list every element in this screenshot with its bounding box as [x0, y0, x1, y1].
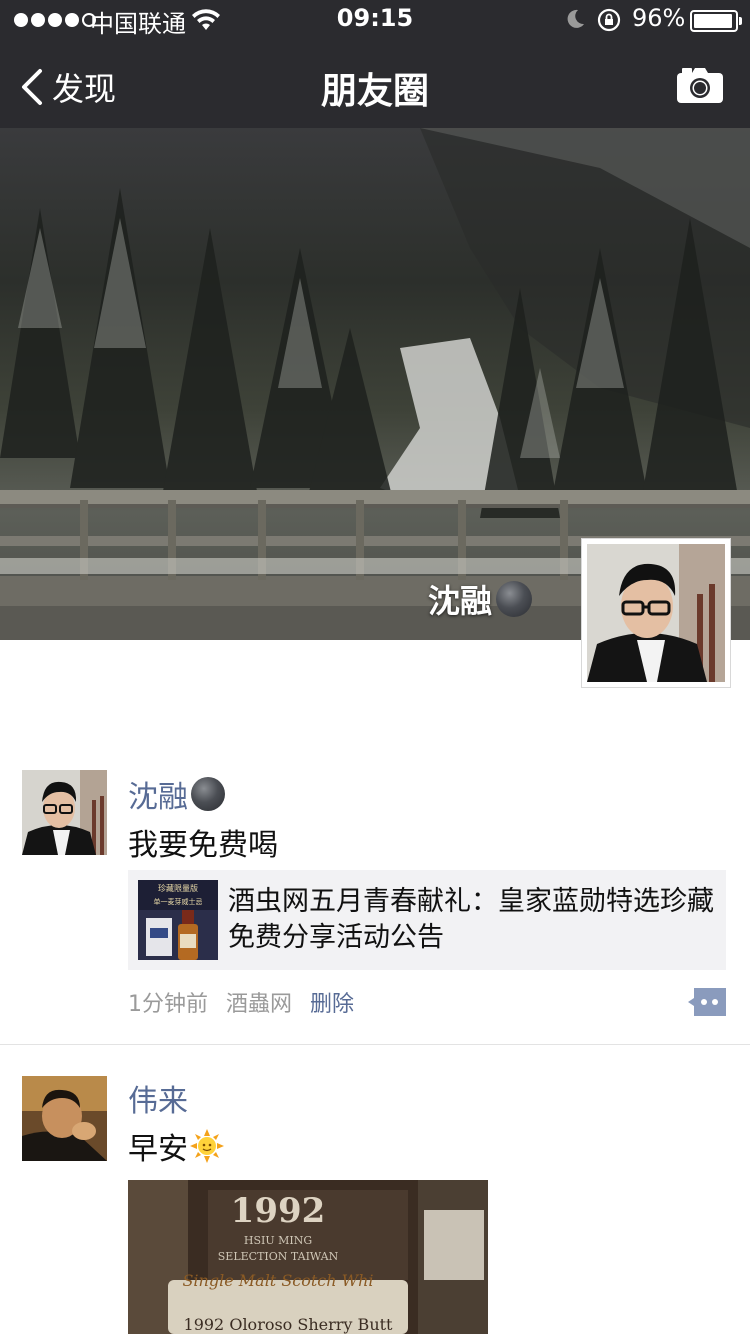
- moon-emoji-icon: [191, 777, 225, 811]
- post-source[interactable]: 酒蟲网: [226, 986, 292, 1018]
- battery-icon: [690, 10, 742, 32]
- profile-avatar[interactable]: [581, 538, 731, 688]
- photo-line-4: 1992 Oloroso Sherry Butt: [184, 1315, 394, 1334]
- page-title: 朋友圈: [320, 71, 429, 112]
- shared-link-card[interactable]: 珍藏限量版 单一麦芽威士忌 酒虫网五月青春献礼：皇家蓝勋特选珍藏免费分享活动公告: [128, 870, 726, 970]
- sun-emoji-icon: [190, 1129, 224, 1163]
- post-divider: [0, 1044, 750, 1045]
- post-author-avatar[interactable]: [22, 770, 107, 855]
- avatar-portrait-image: [22, 1076, 107, 1161]
- battery-percent: 96%: [632, 4, 686, 32]
- avatar-portrait-image: [587, 544, 725, 682]
- avatar-portrait-image: [22, 770, 107, 855]
- do-not-disturb-icon: [567, 9, 584, 28]
- post-author-name[interactable]: 伟来: [128, 1076, 188, 1120]
- cover-user-name[interactable]: 沈融: [428, 576, 533, 622]
- post-text: 早安: [128, 1132, 188, 1167]
- post-author-avatar[interactable]: [22, 1076, 107, 1161]
- photo-line-3: Single Malt Scotch Whi: [182, 1271, 373, 1290]
- post-meta: 1分钟前 酒蟲网 删除: [128, 986, 354, 1018]
- comment-icon[interactable]: [688, 988, 726, 1016]
- photo-year: 1992: [231, 1191, 326, 1231]
- delete-button[interactable]: 删除: [310, 986, 354, 1018]
- thumb-line-2: 单一麦芽威士忌: [154, 897, 203, 906]
- post-author-name-text: 伟来: [128, 1084, 188, 1119]
- post-text-row: 早安: [128, 1124, 224, 1168]
- top-bar: 中国联通 09:15 96% 发现 朋友圈: [0, 0, 750, 128]
- link-title: 酒虫网五月青春献礼：皇家蓝勋特选珍藏免费分享活动公告: [228, 886, 714, 953]
- moon-emoji-icon: [496, 581, 533, 617]
- post-timestamp: 1分钟前: [128, 992, 208, 1017]
- status-bar: 中国联通 09:15 96%: [0, 0, 750, 40]
- rotation-lock-icon: [597, 8, 621, 32]
- post-photo[interactable]: 1992 HSIU MING SELECTION TAIWAN Single M…: [128, 1180, 488, 1334]
- navigation-bar: 发现 朋友圈: [0, 40, 750, 128]
- camera-icon[interactable]: [676, 66, 724, 104]
- post-author-name[interactable]: 沈融: [128, 772, 225, 816]
- cover-user-name-text: 沈融: [428, 582, 493, 620]
- link-thumbnail: 珍藏限量版 单一麦芽威士忌: [138, 880, 218, 960]
- post-text: 我要免费喝: [128, 828, 278, 863]
- post-author-name-text: 沈融: [128, 780, 188, 815]
- whisky-bottle-photo: 1992 HSIU MING SELECTION TAIWAN Single M…: [128, 1180, 488, 1334]
- thumb-line-1: 珍藏限量版: [158, 883, 198, 893]
- photo-line-1: HSIU MING: [244, 1234, 312, 1247]
- photo-line-2: SELECTION TAIWAN: [218, 1250, 339, 1263]
- whisky-bottle-thumbnail: 珍藏限量版 单一麦芽威士忌: [138, 880, 218, 960]
